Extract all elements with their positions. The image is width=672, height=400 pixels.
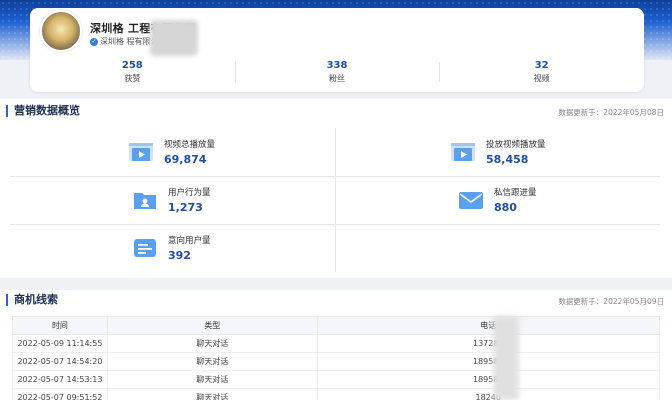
section-title: 商机线索 — [6, 294, 58, 306]
update-note: 数据更新于：2022年05月09日 — [558, 297, 664, 306]
cell-type: 聊天对话 — [106, 334, 318, 353]
metric-value: 392 — [168, 249, 191, 262]
cell-type: 聊天对话 — [106, 370, 318, 389]
metric-total-views[interactable]: 视频总播放量 69,874 — [128, 138, 215, 166]
metric-label: 投放视频播放量 — [486, 140, 546, 150]
avatar[interactable] — [40, 10, 82, 52]
metric-value: 880 — [494, 201, 517, 214]
cell-time: 2022-05-07 14:54:20 — [12, 352, 108, 371]
marketing-header: 营销数据概览 数据更新于：2022年05月08日 — [0, 99, 672, 123]
cell-type: 聊天对话 — [106, 388, 318, 400]
verified-icon: ✓ — [90, 37, 98, 46]
metric-intent-users[interactable]: 意向用户量 392 — [132, 234, 211, 262]
table-row[interactable]: 2022-05-07 09:51:52 聊天对话 18240 — [12, 388, 661, 400]
column-header-type[interactable]: 类型 — [106, 316, 318, 335]
mail-icon — [458, 189, 484, 211]
id-card-icon — [132, 237, 158, 259]
update-note: 数据更新于：2022年05月08日 — [558, 108, 664, 117]
stat-value: 32 — [534, 60, 549, 71]
leads-table: 时间 类型 电话 2022-05-09 11:14:55 聊天对话 137287… — [12, 316, 661, 400]
metric-ad-views[interactable]: 投放视频播放量 58,458 — [450, 138, 546, 166]
stat-videos[interactable]: 32 视频 — [439, 58, 644, 88]
table-row[interactable]: 2022-05-07 14:54:20 聊天对话 189588 — [12, 352, 661, 371]
cell-phone: 18240 — [316, 388, 661, 400]
column-header-time[interactable]: 时间 — [12, 316, 108, 335]
redaction-blur — [493, 316, 519, 400]
column-header-phone[interactable]: 电话 — [316, 316, 661, 335]
leads-section: 商机线索 数据更新于：2022年05月09日 时间 类型 电话 2022-05-… — [0, 290, 672, 400]
marketing-overview: 视频总播放量 69,874 投放视频播放量 58,458 用户行为量 1,273 — [0, 122, 672, 278]
cell-phone: 189588 — [316, 370, 661, 389]
cell-time: 2022-05-07 14:53:13 — [12, 370, 108, 389]
metric-value: 1,273 — [168, 201, 203, 214]
metric-label: 私信跟进量 — [494, 188, 537, 198]
profile-stats: 258 获赞 338 粉丝 32 视频 — [30, 58, 644, 88]
metric-label: 用户行为量 — [168, 188, 211, 198]
metric-user-actions[interactable]: 用户行为量 1,273 — [132, 186, 211, 214]
cell-type: 聊天对话 — [106, 352, 318, 371]
table-row[interactable]: 2022-05-09 11:14:55 聊天对话 137287 — [12, 334, 661, 353]
user-folder-icon — [132, 189, 158, 211]
cell-time: 2022-05-07 09:51:52 — [12, 388, 108, 400]
metric-messages[interactable]: 私信跟进量 880 — [458, 186, 537, 214]
stat-label: 粉丝 — [329, 74, 345, 83]
stat-label: 视频 — [533, 74, 550, 83]
metric-value: 69,874 — [164, 153, 207, 166]
redaction-blur — [150, 20, 198, 56]
metric-label: 意向用户量 — [168, 236, 211, 246]
stat-label: 获赞 — [124, 74, 141, 83]
stat-likes[interactable]: 258 获赞 — [30, 58, 235, 88]
stat-value: 258 — [121, 60, 143, 71]
stat-value: 338 — [326, 60, 348, 71]
video-play-icon — [450, 141, 476, 163]
cell-time: 2022-05-09 11:14:55 — [12, 334, 108, 353]
section-title: 营销数据概览 — [6, 105, 80, 117]
cell-phone: 189588 — [316, 352, 661, 371]
cell-phone: 137287 — [316, 334, 661, 353]
stat-fans[interactable]: 338 粉丝 — [234, 58, 440, 88]
profile-card: 深圳格 工程有限公司 ✓ 深圳格 程有限公司 258 获赞 338 粉丝 32 … — [30, 8, 644, 92]
metric-value: 58,458 — [486, 153, 529, 166]
metric-label: 视频总播放量 — [164, 140, 216, 150]
table-row[interactable]: 2022-05-07 14:53:13 聊天对话 189588 — [12, 370, 661, 389]
video-play-icon — [128, 141, 154, 163]
